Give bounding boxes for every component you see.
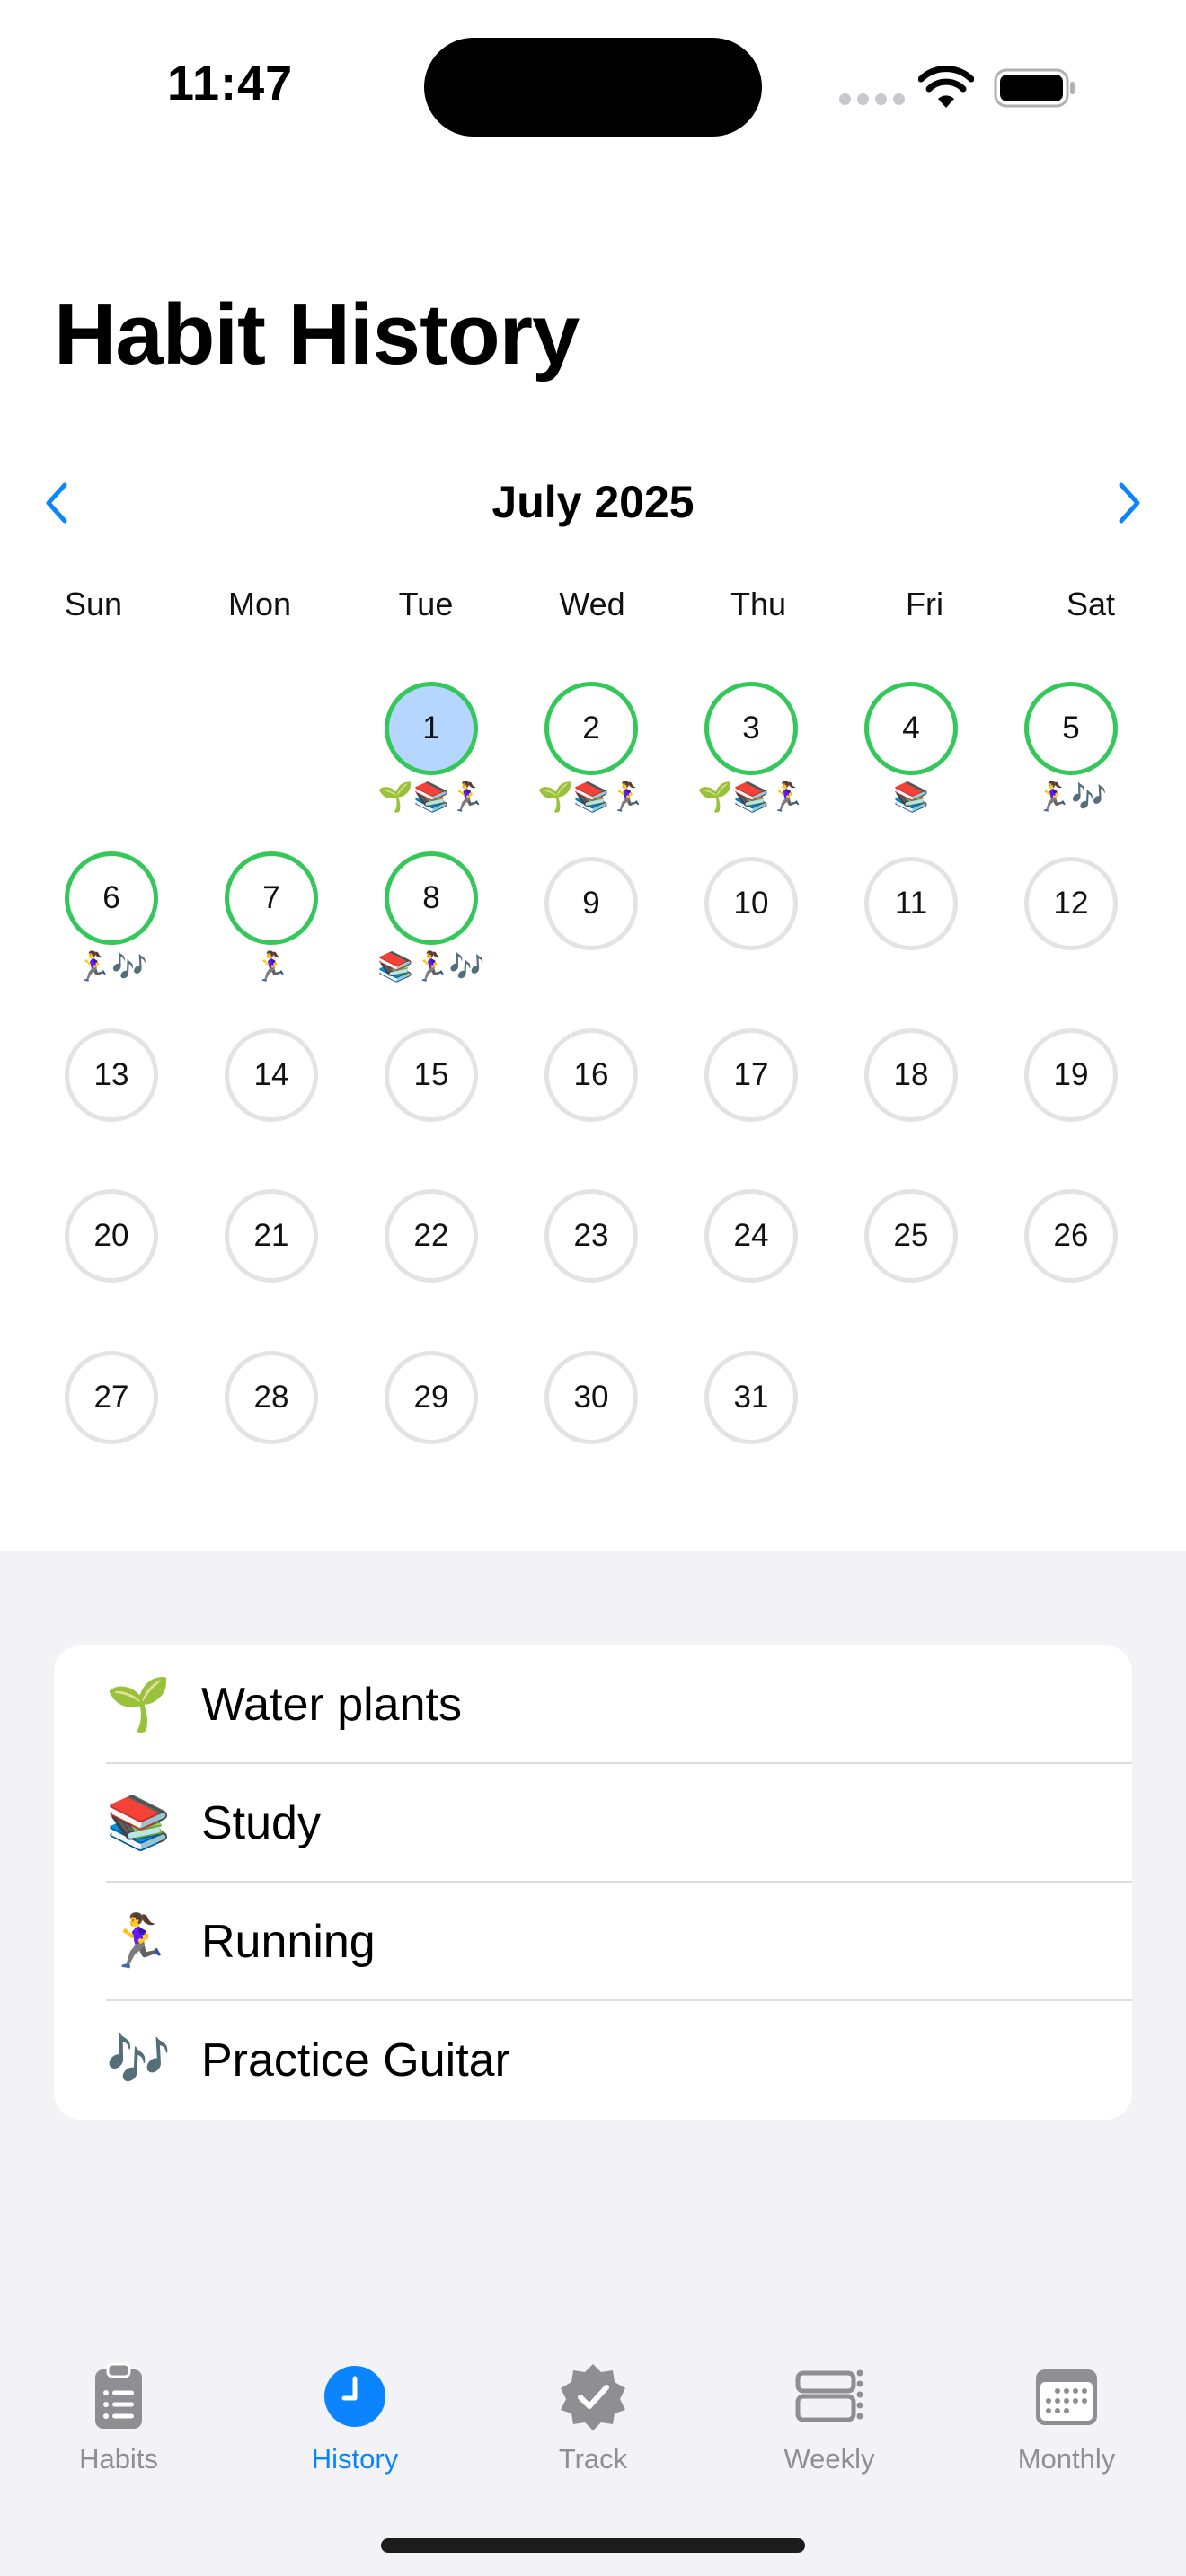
day-habit-emojis: 🌱📚🏃‍♀️	[537, 781, 645, 813]
list-clipboard-icon	[95, 2362, 142, 2429]
calendar-day[interactable]: 11	[864, 857, 958, 950]
calendar-day[interactable]: 15	[385, 1028, 478, 1122]
next-month-button[interactable]	[1103, 478, 1154, 528]
habit-name: Water plants	[201, 1679, 462, 1731]
weekly-calendar-icon	[795, 2369, 863, 2422]
tab-label: Weekly	[783, 2443, 875, 2475]
calendar-day[interactable]: 25	[864, 1189, 958, 1283]
cellular-signal-icon	[839, 93, 905, 105]
wifi-icon	[918, 66, 974, 108]
calendar-day[interactable]: 31	[704, 1351, 798, 1444]
tab-label: Monthly	[1017, 2443, 1116, 2475]
habit-row-practice-guitar[interactable]: 🎶 Practice Guitar	[54, 2001, 1132, 2120]
home-indicator	[381, 2538, 805, 2553]
weekday-sun: Sun	[64, 586, 123, 622]
plant-icon: 🌱	[106, 1675, 172, 1734]
calendar-day[interactable]: 3	[704, 682, 798, 775]
calendar-day[interactable]: 12	[1024, 857, 1118, 950]
weekday-thu: Thu	[730, 586, 787, 622]
calendar-day[interactable]: 10	[704, 857, 798, 950]
calendar-day[interactable]: 2	[544, 682, 638, 775]
calendar-day[interactable]: 1	[385, 682, 478, 775]
battery-icon	[994, 68, 1075, 108]
weekday-wed: Wed	[559, 586, 625, 622]
weekday-fri: Fri	[906, 586, 943, 622]
calendar-day[interactable]: 17	[704, 1028, 798, 1122]
calendar-day[interactable]: 21	[225, 1189, 318, 1283]
calendar-day[interactable]: 14	[225, 1028, 318, 1122]
calendar-day[interactable]: 6	[65, 851, 158, 945]
habit-list: 🌱 Water plants 📚 Study 🏃‍♀️ Running 🎶 Pr…	[54, 1645, 1132, 2120]
tab-history[interactable]: History	[265, 2360, 445, 2475]
calendar-day[interactable]: 18	[864, 1028, 958, 1122]
tab-track[interactable]: Track	[503, 2360, 683, 2475]
tab-monthly[interactable]: Monthly	[977, 2360, 1156, 2475]
calendar-day[interactable]: 9	[544, 857, 638, 950]
calendar-day[interactable]: 28	[225, 1351, 318, 1444]
day-habit-emojis: 🏃‍♀️	[253, 950, 289, 983]
weekday-sat: Sat	[1066, 586, 1116, 622]
calendar-day[interactable]: 13	[65, 1028, 158, 1122]
tab-habits[interactable]: Habits	[29, 2360, 208, 2475]
books-icon: 📚	[106, 1794, 172, 1852]
weekday-mon: Mon	[227, 586, 292, 622]
tab-label: History	[311, 2443, 399, 2475]
calendar-day[interactable]: 23	[544, 1189, 638, 1283]
status-time: 11:47	[167, 57, 294, 110]
habit-name: Running	[201, 1916, 376, 1968]
calendar-day[interactable]: 19	[1024, 1028, 1118, 1122]
weekday-tue: Tue	[398, 586, 454, 622]
calendar-day[interactable]: 27	[65, 1351, 158, 1444]
calendar-day[interactable]: 30	[544, 1351, 638, 1444]
tab-label: Habits	[79, 2443, 158, 2475]
day-habit-emojis: 🏃‍♀️🎶	[1035, 781, 1107, 813]
habit-row-water-plants[interactable]: 🌱 Water plants	[54, 1645, 1132, 1764]
day-habit-emojis: 🌱📚🏃‍♀️	[377, 781, 485, 813]
habit-row-running[interactable]: 🏃‍♀️ Running	[54, 1883, 1132, 2001]
calendar-day[interactable]: 8	[385, 851, 478, 945]
day-habit-emojis: 🌱📚🏃‍♀️	[697, 781, 805, 813]
habit-name: Study	[201, 1797, 321, 1849]
month-label: July 2025	[491, 477, 695, 527]
calendar-day[interactable]: 22	[385, 1189, 478, 1283]
calendar-day[interactable]: 29	[385, 1351, 478, 1444]
calendar-day[interactable]: 4	[864, 682, 958, 775]
dynamic-island	[424, 38, 762, 137]
monthly-calendar-icon	[1036, 2369, 1097, 2425]
checkmark-seal-icon	[561, 2364, 625, 2430]
calendar-day[interactable]: 5	[1024, 682, 1118, 775]
runner-icon: 🏃‍♀️	[106, 1912, 172, 1971]
calendar-panel	[0, 0, 1186, 1551]
page-title: Habit History	[54, 287, 580, 383]
clock-icon	[324, 2366, 385, 2427]
tab-label: Track	[558, 2443, 628, 2475]
day-habit-emojis: 📚	[893, 781, 929, 813]
habit-name: Practice Guitar	[201, 2034, 510, 2086]
day-habit-emojis: 📚🏃‍♀️🎶	[377, 950, 485, 983]
calendar-day[interactable]: 26	[1024, 1189, 1118, 1283]
calendar-day[interactable]: 16	[544, 1028, 638, 1122]
habit-row-study[interactable]: 📚 Study	[54, 1764, 1132, 1883]
previous-month-button[interactable]	[32, 478, 83, 528]
tab-weekly[interactable]: Weekly	[739, 2360, 919, 2475]
day-habit-emojis: 🏃‍♀️🎶	[75, 950, 147, 983]
calendar-day[interactable]: 20	[65, 1189, 158, 1283]
calendar-day[interactable]: 7	[225, 851, 318, 945]
calendar-day[interactable]: 24	[704, 1189, 798, 1283]
music-notes-icon: 🎶	[106, 2031, 172, 2089]
